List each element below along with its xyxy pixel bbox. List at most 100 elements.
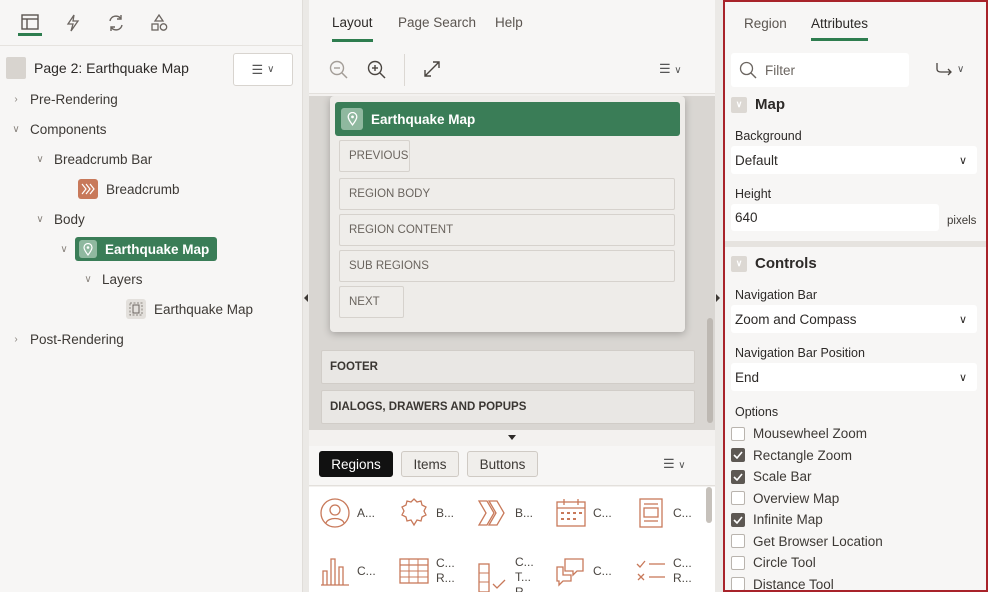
option-label: Scale Bar: [753, 469, 812, 484]
tree-node-body[interactable]: ∨ Body: [34, 207, 85, 231]
background-label: Background: [735, 129, 802, 143]
collapse-right-icon[interactable]: [716, 294, 720, 302]
gallery-item[interactable]: C...: [555, 555, 612, 587]
tab-help[interactable]: Help: [495, 15, 523, 30]
gallery-item[interactable]: C... R...: [635, 555, 695, 587]
section-map-header[interactable]: ∨ Map: [731, 96, 785, 113]
calendar-icon: [556, 499, 586, 527]
gallery-item[interactable]: B...: [477, 497, 533, 529]
processing-tab[interactable]: [104, 10, 128, 36]
gallery-item[interactable]: C...: [635, 497, 692, 529]
checkbox-checked[interactable]: [731, 512, 745, 527]
tree-menu-button[interactable]: ☰ ∨: [233, 53, 293, 86]
region-footer[interactable]: FOOTER: [321, 350, 695, 384]
chevron-down-icon: ∨: [36, 213, 44, 225]
option-checkbox-row[interactable]: Distance Tool: [731, 577, 834, 590]
expand-icon[interactable]: [423, 60, 441, 81]
gallery-tab-buttons[interactable]: Buttons: [467, 451, 538, 477]
option-checkbox-row[interactable]: Scale Bar: [731, 469, 812, 484]
nav-bar-select[interactable]: Zoom and Compass ∨: [731, 305, 977, 333]
gallery-tab-items[interactable]: Items: [401, 451, 459, 477]
tab-region[interactable]: Region: [744, 16, 787, 31]
layout-canvas[interactable]: Earthquake Map PREVIOUS REGION BODY REGI…: [309, 96, 715, 430]
selected-node[interactable]: Earthquake Map: [75, 237, 218, 261]
collapse-down-icon[interactable]: [508, 435, 516, 440]
region-card[interactable]: Earthquake Map PREVIOUS REGION BODY REGI…: [330, 96, 685, 332]
option-checkbox-row[interactable]: Circle Tool: [731, 555, 816, 570]
select-value: Default: [735, 152, 778, 168]
gallery-tab-regions[interactable]: Regions: [319, 451, 393, 477]
option-checkbox-row[interactable]: Get Browser Location: [731, 534, 883, 549]
gallery-item[interactable]: C...: [555, 497, 612, 529]
checkbox-unchecked[interactable]: [731, 534, 745, 548]
chevron-down-icon: ∨: [84, 273, 92, 285]
gallery-item[interactable]: A...: [319, 497, 375, 529]
map-pin-icon: [79, 240, 97, 258]
gallery-item[interactable]: C... R...: [398, 555, 458, 587]
nav-pos-select[interactable]: End ∨: [731, 363, 977, 391]
gallery-item-label: C...: [593, 506, 612, 520]
zoom-out-icon[interactable]: [329, 60, 349, 83]
gallery-splitter[interactable]: [309, 430, 715, 446]
tree-node-post-rendering[interactable]: › Post-Rendering: [10, 327, 124, 351]
gallery-scrollbar[interactable]: [706, 487, 712, 523]
slot-previous[interactable]: PREVIOUS: [339, 140, 410, 172]
section-controls-header[interactable]: ∨ Controls: [731, 255, 817, 272]
tree-node-breadcrumb[interactable]: Breadcrumb: [78, 177, 180, 201]
layout-menu-button[interactable]: ☰ ∨: [659, 61, 682, 77]
region-card-header[interactable]: Earthquake Map: [335, 102, 680, 136]
option-checkbox-row[interactable]: Overview Map: [731, 491, 839, 506]
canvas-scrollbar[interactable]: [707, 318, 713, 423]
zoom-in-icon[interactable]: [367, 60, 387, 83]
slot-region-body[interactable]: REGION BODY: [339, 178, 675, 210]
chevron-down-icon: ∨: [267, 64, 275, 75]
checkbox-unchecked[interactable]: [731, 577, 745, 590]
checkbox-unchecked[interactable]: [731, 555, 745, 570]
background-select[interactable]: Default ∨: [731, 146, 977, 174]
option-checkbox-row[interactable]: Rectangle Zoom: [731, 448, 852, 463]
gallery-item[interactable]: C...: [319, 555, 376, 587]
layer-icon: [126, 299, 146, 319]
badge-icon: [401, 498, 427, 527]
gallery-menu-button[interactable]: ☰ ∨: [663, 456, 686, 472]
tab-page-search[interactable]: Page Search: [398, 15, 476, 30]
collapse-left-icon[interactable]: [304, 294, 308, 302]
page-node[interactable]: Page 2: Earthquake Map: [6, 56, 189, 80]
region-dialogs[interactable]: DIALOGS, DRAWERS AND POPUPS: [321, 390, 695, 424]
arrow-down-right-icon: [936, 63, 952, 76]
tree-node-breadcrumb-bar[interactable]: ∨ Breadcrumb Bar: [34, 147, 152, 171]
shared-components-tab[interactable]: [147, 10, 171, 36]
tree-node-earthquake-map[interactable]: ∨ Earthquake Map: [58, 237, 218, 261]
checkbox-unchecked[interactable]: [731, 426, 745, 441]
option-checkbox-row[interactable]: Mousewheel Zoom: [731, 426, 867, 441]
tree-node-layer-earthquake-map[interactable]: Earthquake Map: [126, 297, 253, 321]
checkbox-checked[interactable]: [731, 469, 745, 484]
tree-label: Post-Rendering: [30, 331, 124, 347]
slot-sub-regions[interactable]: SUB REGIONS: [339, 250, 675, 282]
filter-input[interactable]: Filter: [731, 53, 909, 87]
dynamic-actions-tab[interactable]: [61, 10, 85, 36]
tab-attributes[interactable]: Attributes: [811, 16, 869, 41]
height-input[interactable]: 640: [731, 204, 939, 231]
tree-node-components[interactable]: ∨ Components: [10, 117, 106, 141]
go-to-group-button[interactable]: ∨: [935, 62, 964, 76]
tree-node-layers[interactable]: ∨ Layers: [82, 267, 142, 291]
checkbox-unchecked[interactable]: [731, 491, 745, 505]
option-label: Mousewheel Zoom: [753, 426, 868, 441]
gallery-item[interactable]: B...: [398, 497, 454, 529]
option-checkbox-row[interactable]: Infinite Map: [731, 512, 823, 527]
nav-bar-label: Navigation Bar: [735, 288, 817, 302]
slot-next[interactable]: NEXT: [339, 286, 404, 318]
tree-label: Body: [54, 211, 85, 227]
chevron-down-icon: ∨: [957, 63, 965, 75]
gallery-item[interactable]: C... T... R...: [477, 555, 537, 592]
content-row-icon: [636, 560, 665, 581]
slot-region-content[interactable]: REGION CONTENT: [339, 214, 675, 246]
lightning-icon: [66, 14, 80, 32]
rendering-tab[interactable]: [18, 10, 42, 36]
tree-node-pre-rendering[interactable]: › Pre-Rendering: [10, 87, 117, 111]
checkbox-checked[interactable]: [731, 448, 745, 462]
right-splitter[interactable]: [715, 0, 723, 592]
hamburger-icon: ☰: [659, 61, 671, 76]
tab-layout[interactable]: Layout: [332, 15, 373, 42]
